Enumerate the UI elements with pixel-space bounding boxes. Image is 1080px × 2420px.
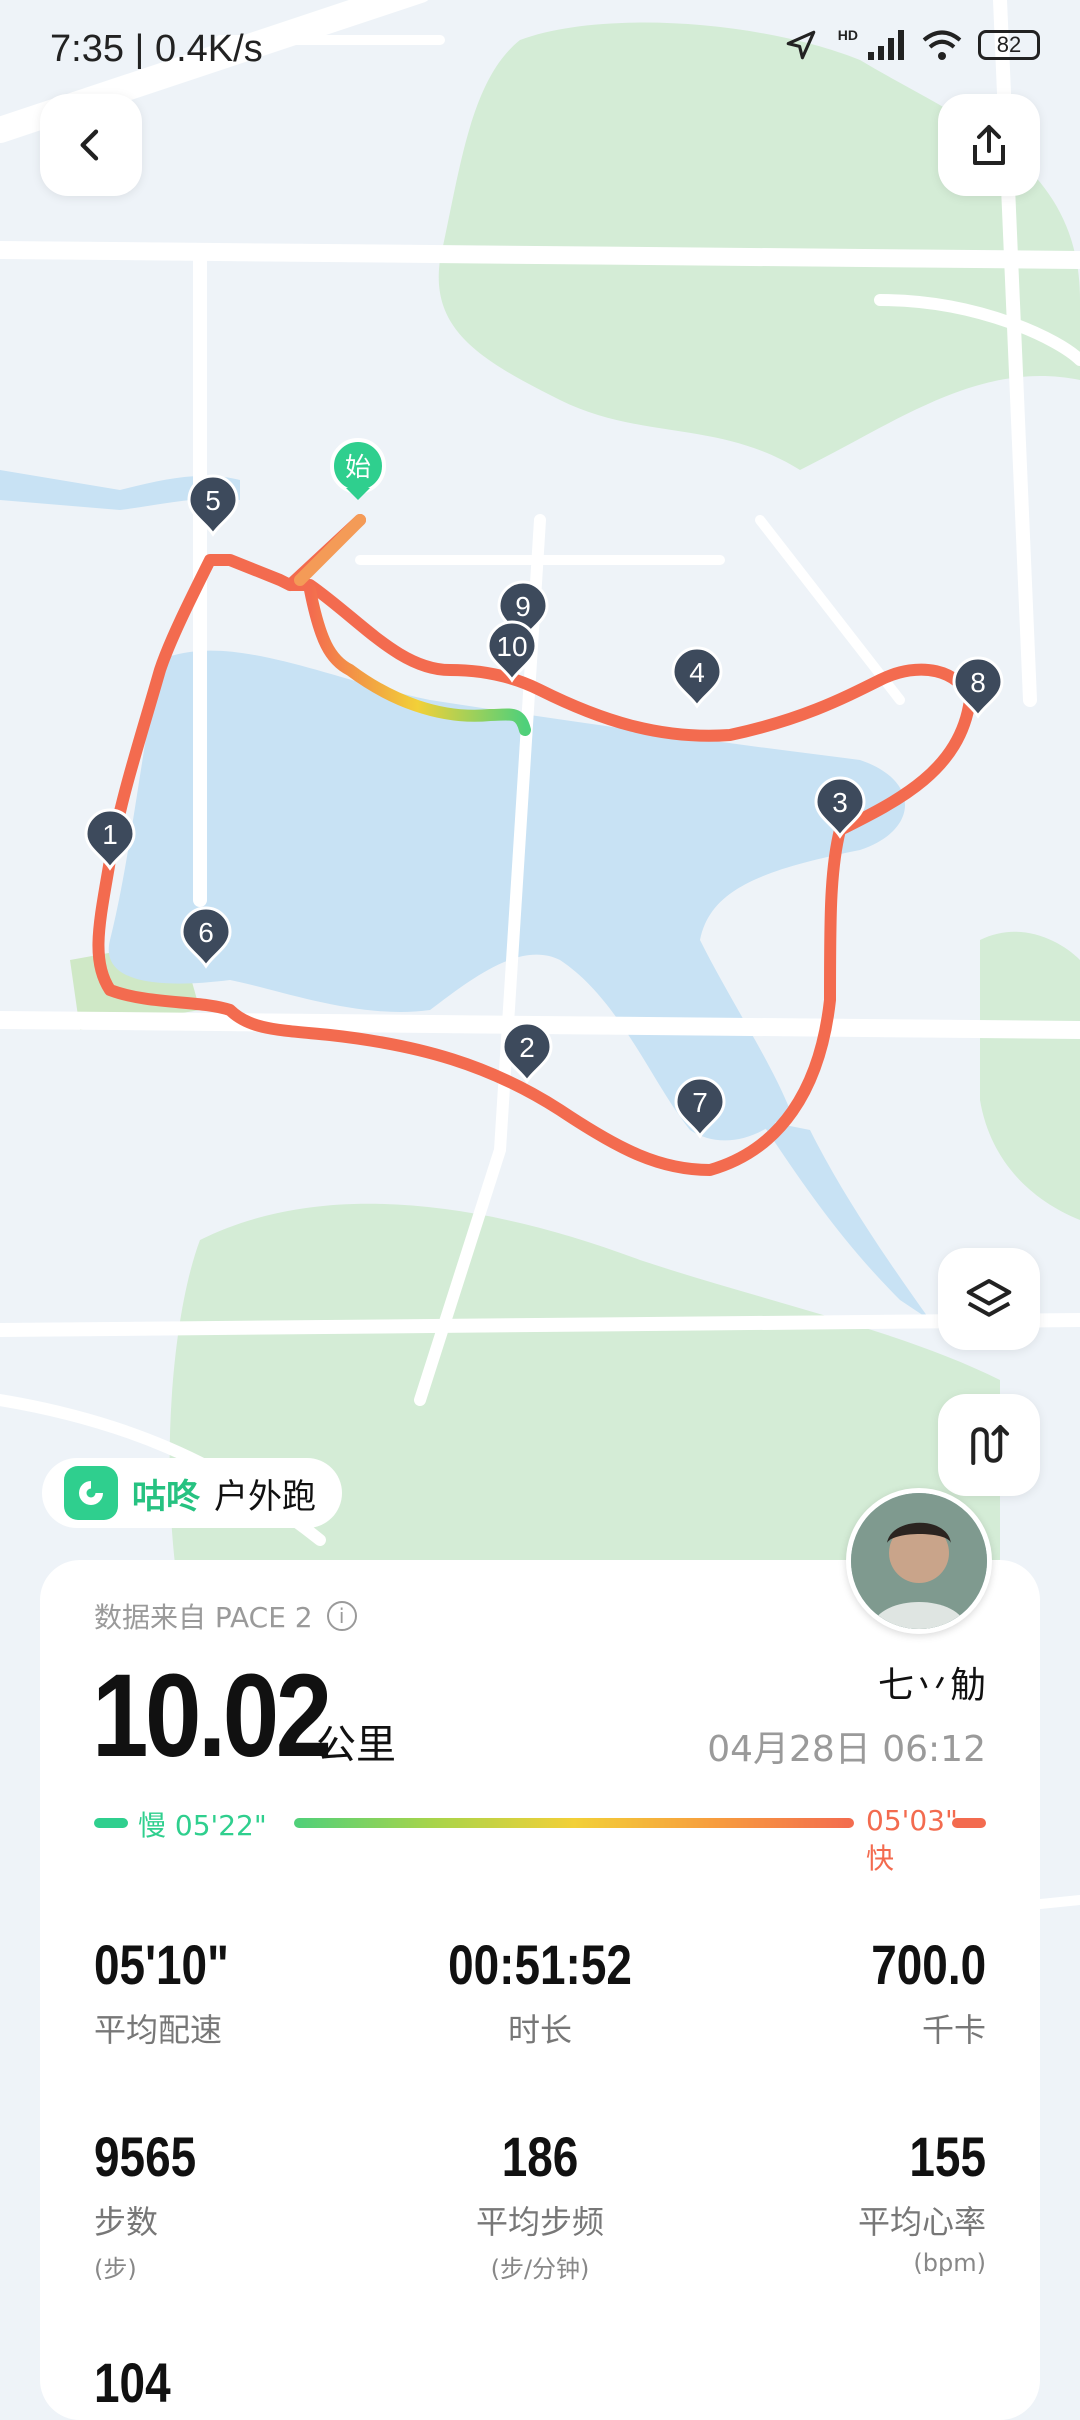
stat-label: 平均配速 <box>94 2011 223 2049</box>
km-marker-label: 2 <box>519 1032 535 1063</box>
battery-icon: 82 <box>978 30 1040 60</box>
activity-datetime: 04月28日 06:12 <box>707 1729 986 1770</box>
stat-unit: (步/分钟) <box>490 2255 590 2283</box>
sport-type: 户外跑 <box>214 1476 316 1517</box>
km-marker-label: 8 <box>970 667 986 698</box>
fast-pace-label: 05'03" 快 <box>866 1804 958 1875</box>
signal-icon <box>868 30 904 60</box>
codoon-logo-icon <box>79 1481 103 1505</box>
data-source: 数据来自 PACE 2 i <box>94 1596 357 1636</box>
app-name: 咕咚 <box>132 1476 200 1517</box>
status-bar: 7:35 | 0.4K/s HD 82 <box>0 0 1080 100</box>
km-marker-label: 7 <box>692 1087 708 1118</box>
pace-gradient-bar <box>294 1818 854 1828</box>
info-glyph: i <box>338 1604 345 1628</box>
share-icon <box>973 125 1005 165</box>
km-marker-label: 4 <box>689 657 705 688</box>
stat-label: 千卡 <box>921 2011 986 2049</box>
km-marker-label: 9 <box>515 591 531 622</box>
km-marker-label: 5 <box>205 485 221 516</box>
status-separator: | <box>134 28 155 70</box>
back-button[interactable] <box>40 94 142 196</box>
net-speed: 0.4K/s <box>154 28 263 70</box>
avatar-image <box>851 1493 987 1629</box>
clock-time: 7:35 <box>50 28 124 70</box>
start-badge-label: 始 <box>345 453 371 483</box>
map-layers-button[interactable] <box>938 1248 1040 1350</box>
distance-unit: 公里 <box>316 1722 396 1768</box>
location-arrow-icon <box>786 30 816 60</box>
codoon-app-icon <box>64 1466 118 1520</box>
stat-value: 700.0 <box>871 1933 986 1996</box>
slow-pace-label: 慢 05'22" <box>138 1809 267 1842</box>
slow-pace-swatch <box>94 1818 128 1828</box>
stat-value: 104 <box>94 2351 171 2414</box>
fast-pace-swatch <box>952 1818 986 1828</box>
elevation-profile-button[interactable] <box>938 1394 1040 1496</box>
data-source-text: 数据来自 PACE 2 <box>94 1601 313 1634</box>
stat-value: 9565 <box>94 2125 197 2188</box>
share-button[interactable] <box>938 94 1040 196</box>
avatar[interactable] <box>846 1488 992 1634</box>
stat-unit: (bpm) <box>913 2249 986 2277</box>
stat-unit: (步) <box>94 2255 137 2283</box>
km-marker-label: 1 <box>102 819 118 850</box>
stat-label: 平均步频 <box>475 2203 604 2241</box>
layers-icon <box>966 1278 1012 1317</box>
stat-cadence: 186 平均步频 (步/分钟) <box>390 2124 690 2284</box>
stat-value: 155 <box>909 2125 986 2188</box>
wifi-icon <box>922 30 962 60</box>
stat-extra: 104 <box>94 2350 187 2415</box>
status-time: 7:35 | 0.4K/s <box>50 28 263 71</box>
username[interactable]: 七丷觔 <box>878 1656 986 1708</box>
stat-avg-pace: 05'10" 平均配速 <box>94 1932 258 2051</box>
stat-value: 05'10" <box>94 1933 229 1996</box>
activity-source-tag: 咕咚 户外跑 <box>42 1458 342 1528</box>
summary-panel: 数据来自 PACE 2 i 10.02 公里 七丷觔 04月28日 06:12 … <box>40 1560 1040 2420</box>
stat-label: 平均心率 <box>857 2203 986 2241</box>
hd-label: HD <box>837 27 858 43</box>
km-marker-label: 3 <box>832 787 848 818</box>
stat-steps: 9565 步数 (步) <box>94 2124 219 2284</box>
stat-label: 步数 <box>94 2203 159 2241</box>
stat-duration: 00:51:52 时长 <box>390 1932 690 2051</box>
status-icons: HD 82 <box>784 27 1040 62</box>
distance-value: 10.02 <box>92 1650 332 1782</box>
route-curve-icon <box>971 1424 1010 1466</box>
pace-legend: 慢 05'22" 05'03" 快 <box>94 1802 986 1875</box>
info-icon[interactable]: i <box>326 1601 357 1631</box>
stat-value: 186 <box>501 2125 579 2188</box>
battery-level: 82 <box>996 32 1022 57</box>
stat-value: 00:51:52 <box>448 1933 632 1996</box>
stat-heart-rate: 155 平均心率 (bpm) <box>858 2124 986 2277</box>
km-marker-label: 6 <box>198 917 214 948</box>
stat-label: 时长 <box>507 2011 572 2049</box>
chevron-left-icon <box>80 129 99 161</box>
km-marker-label: 10 <box>496 631 527 662</box>
stat-calories: 700.0 千卡 <box>846 1932 986 2051</box>
